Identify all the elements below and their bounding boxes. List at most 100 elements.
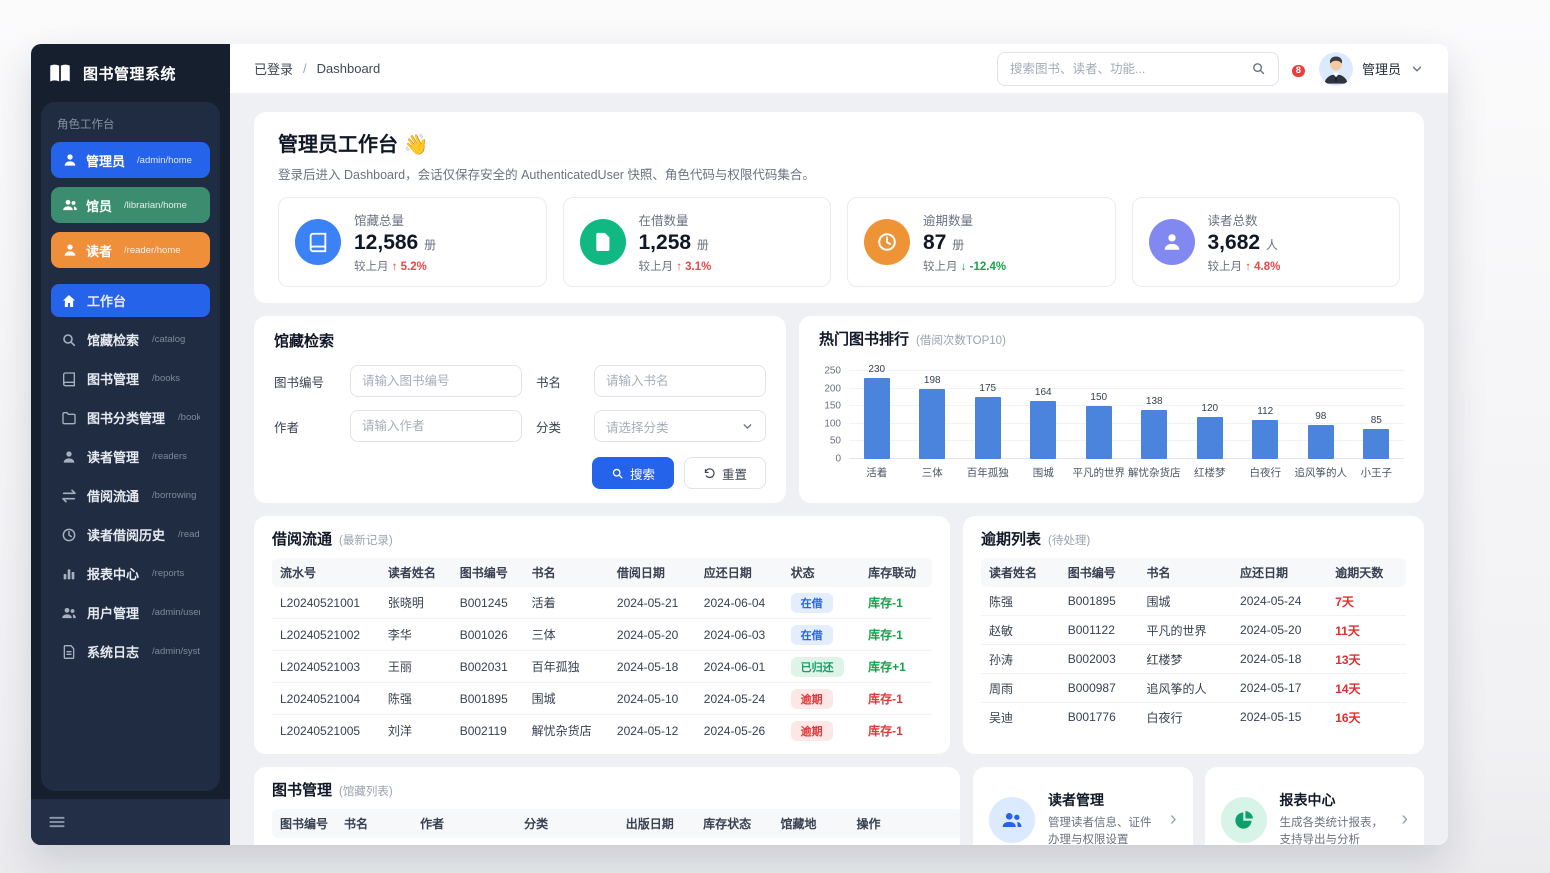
bar-2: 175 xyxy=(960,359,1016,459)
column-header: 书名 xyxy=(336,809,413,838)
book-id-input[interactable] xyxy=(350,365,522,397)
x-tick-label: 百年孤独 xyxy=(966,467,1009,479)
stat-value: 12,586 册 xyxy=(354,231,437,254)
column-header: 读者姓名 xyxy=(379,558,452,587)
column-header: 出版日期 xyxy=(617,809,696,838)
sidebar-item-catalog[interactable]: 馆藏检索/catalog xyxy=(51,323,210,356)
role-section-label: 角色工作台 xyxy=(57,119,115,131)
column-header: 书名 xyxy=(523,558,609,587)
folder-icon xyxy=(61,410,77,426)
author-input[interactable] xyxy=(350,410,522,442)
table-row: 陈强 B001895 围城 2024-05-24 7天 xyxy=(981,587,1406,616)
search-button[interactable]: 搜索 xyxy=(591,457,674,489)
role-button-admin-home[interactable]: 管理员/admin/home xyxy=(51,142,210,178)
category-select[interactable]: 请选择分类 xyxy=(594,410,766,442)
column-header: 应还日期 xyxy=(695,558,783,587)
table-row: 吴迪 B001776 白夜行 2024-05-15 16天 xyxy=(981,703,1406,732)
avatar xyxy=(1318,51,1353,86)
app-logo: 图书管理系统 xyxy=(31,44,230,98)
table-row: 孙涛 B002003 红楼梦 2024-05-18 13天 xyxy=(981,644,1406,674)
book-title-label: 书名 xyxy=(536,375,562,390)
column-header: 作者 xyxy=(412,809,517,838)
books-manage-title: 图书管理 (馆藏列表) xyxy=(272,782,393,799)
book-icon xyxy=(61,371,77,387)
sidebar-item-admin-users[interactable]: 用户管理/admin/users xyxy=(51,596,210,629)
search-icon xyxy=(61,332,77,348)
bar-value-label: 98 xyxy=(1315,410,1327,422)
role-button-reader-home[interactable]: 读者/reader/home xyxy=(51,232,210,268)
bar-9: 85 xyxy=(1349,359,1405,459)
column-header: 图书编号 xyxy=(272,809,337,838)
users-icon xyxy=(989,796,1035,843)
column-header: 图书编号 xyxy=(451,558,524,587)
global-search-input[interactable] xyxy=(1009,61,1251,76)
users-icon xyxy=(62,197,78,213)
sidebar-nav: 工作台 馆藏检索/catalog 图书管理/books 图书分类管理/book-… xyxy=(51,284,210,668)
borrow-flow-table: 流水号 读者姓名 图书编号 书名 借阅日期 应还日期 状态 库存联动 L20240521001… xyxy=(272,558,932,746)
page-subtitle: 登录后进入 Dashboard，会话仅保存安全的 AuthenticatedUs… xyxy=(278,168,815,182)
sidebar-item-reports[interactable]: 报表中心/reports xyxy=(51,557,210,590)
breadcrumb-status: 已登录 xyxy=(254,62,294,77)
breadcrumb: 已登录 / Dashboard xyxy=(254,59,380,78)
table-row: L20240521004 陈强 B001895 围城 2024-05-10 2024-0… xyxy=(272,682,932,715)
search-icon[interactable] xyxy=(1251,61,1266,76)
sidebar-item-book-categories[interactable]: 图书分类管理/book-categories xyxy=(51,401,210,434)
bar-value-label: 198 xyxy=(923,375,941,387)
overdue-list-title: 逾期列表 (待处理) xyxy=(981,531,1091,548)
quick-card[interactable]: 报表中心 生成各类统计报表，支持导出与分析 › xyxy=(1204,767,1424,845)
table-row: B001245活着余华文学 > 小说 2012-08-01可借（15）二楼文学区… xyxy=(272,838,960,845)
users-icon xyxy=(61,605,77,621)
table-row: 周雨 B000987 追风筝的人 2024-05-17 14天 xyxy=(981,673,1406,703)
book-id-label: 图书编号 xyxy=(274,375,325,390)
bar-value-label: 85 xyxy=(1370,415,1382,427)
book-title-input[interactable] xyxy=(594,365,766,397)
sidebar-item-books[interactable]: 图书管理/books xyxy=(51,362,210,395)
column-header: 分类 xyxy=(516,809,618,838)
file-icon xyxy=(579,219,626,265)
stat-label: 逾期数量 xyxy=(923,214,974,228)
column-header: 读者姓名 xyxy=(981,558,1060,587)
quick-card[interactable]: 读者管理 管理读者信息、证件办理与权限设置 › xyxy=(973,767,1193,845)
bar-5: 138 xyxy=(1127,359,1183,459)
x-tick-label: 围城 xyxy=(1032,467,1054,479)
breadcrumb-page[interactable]: Dashboard xyxy=(317,61,381,76)
sidebar-item-workbench[interactable]: 工作台 xyxy=(51,284,210,317)
bar-value-label: 164 xyxy=(1034,387,1052,399)
category-label: 分类 xyxy=(536,420,562,435)
chevron-down-icon xyxy=(1410,62,1424,76)
bar-4: 150 xyxy=(1071,359,1127,459)
stat-card: 读者总数 3,682 人 较上月 ↑ 4.8% xyxy=(1131,197,1400,287)
sidebar-item-admin-system-logs[interactable]: 系统日志/admin/system-logs xyxy=(51,635,210,668)
status-badge: 逾期 xyxy=(790,688,833,709)
reset-button[interactable]: 重置 xyxy=(683,457,766,489)
quick-links-grid: 读者管理 管理读者信息、证件办理与权限设置 › 报表中心 生成各类统计报表，支持… xyxy=(973,767,1424,845)
sidebar-item-readers[interactable]: 读者管理/readers xyxy=(51,440,210,473)
overdue-table: 读者姓名 图书编号 书名 应还日期 逾期天数 陈强 B001895 围城 2024-05-24… xyxy=(981,558,1406,731)
menu-icon[interactable] xyxy=(47,812,67,832)
quick-card-title: 报表中心 xyxy=(1279,792,1336,808)
column-header: 馆藏地 xyxy=(772,809,849,838)
bar-3: 164 xyxy=(1016,359,1072,459)
status-badge: 在借 xyxy=(790,624,833,645)
chevron-right-icon: › xyxy=(1401,808,1408,831)
home-icon xyxy=(61,293,77,309)
quick-card-desc: 生成各类统计报表，支持导出与分析 xyxy=(1279,817,1384,845)
y-tick-label: 0 xyxy=(835,453,841,465)
user-icon xyxy=(61,449,77,465)
chart-icon xyxy=(61,566,77,582)
stat-label: 在借数量 xyxy=(638,214,689,228)
quick-card-title: 读者管理 xyxy=(1048,792,1104,808)
role-button-librarian-home[interactable]: 馆员/librarian/home xyxy=(51,187,210,223)
stat-label: 馆藏总量 xyxy=(354,214,405,228)
clock-icon xyxy=(61,527,77,543)
books-table: 图书编号书名作者分类出版日期库存状态馆藏地操作 B001245活着余华文学 > … xyxy=(272,809,960,845)
bar-7: 112 xyxy=(1238,359,1294,459)
overdue-list-card: 逾期列表 (待处理) 读者姓名 图书编号 书名 应还日期 逾期天数 陈强 B001895 围… xyxy=(963,516,1424,754)
table-row: L20240521001 张晓明 B001245 活着 2024-05-21 2024-… xyxy=(272,587,932,619)
sidebar-panel: 角色工作台 管理员/admin/home 馆员/librarian/home 读… xyxy=(41,102,220,791)
doc-icon xyxy=(61,644,77,660)
overdue-days: 16天 xyxy=(1335,710,1361,725)
sidebar-item-reader-loans[interactable]: 读者借阅历史/reader/loans xyxy=(51,518,210,551)
sidebar-item-borrowing[interactable]: 借阅流通/borrowing xyxy=(51,479,210,512)
user-menu[interactable]: 管理员 xyxy=(1318,51,1424,86)
